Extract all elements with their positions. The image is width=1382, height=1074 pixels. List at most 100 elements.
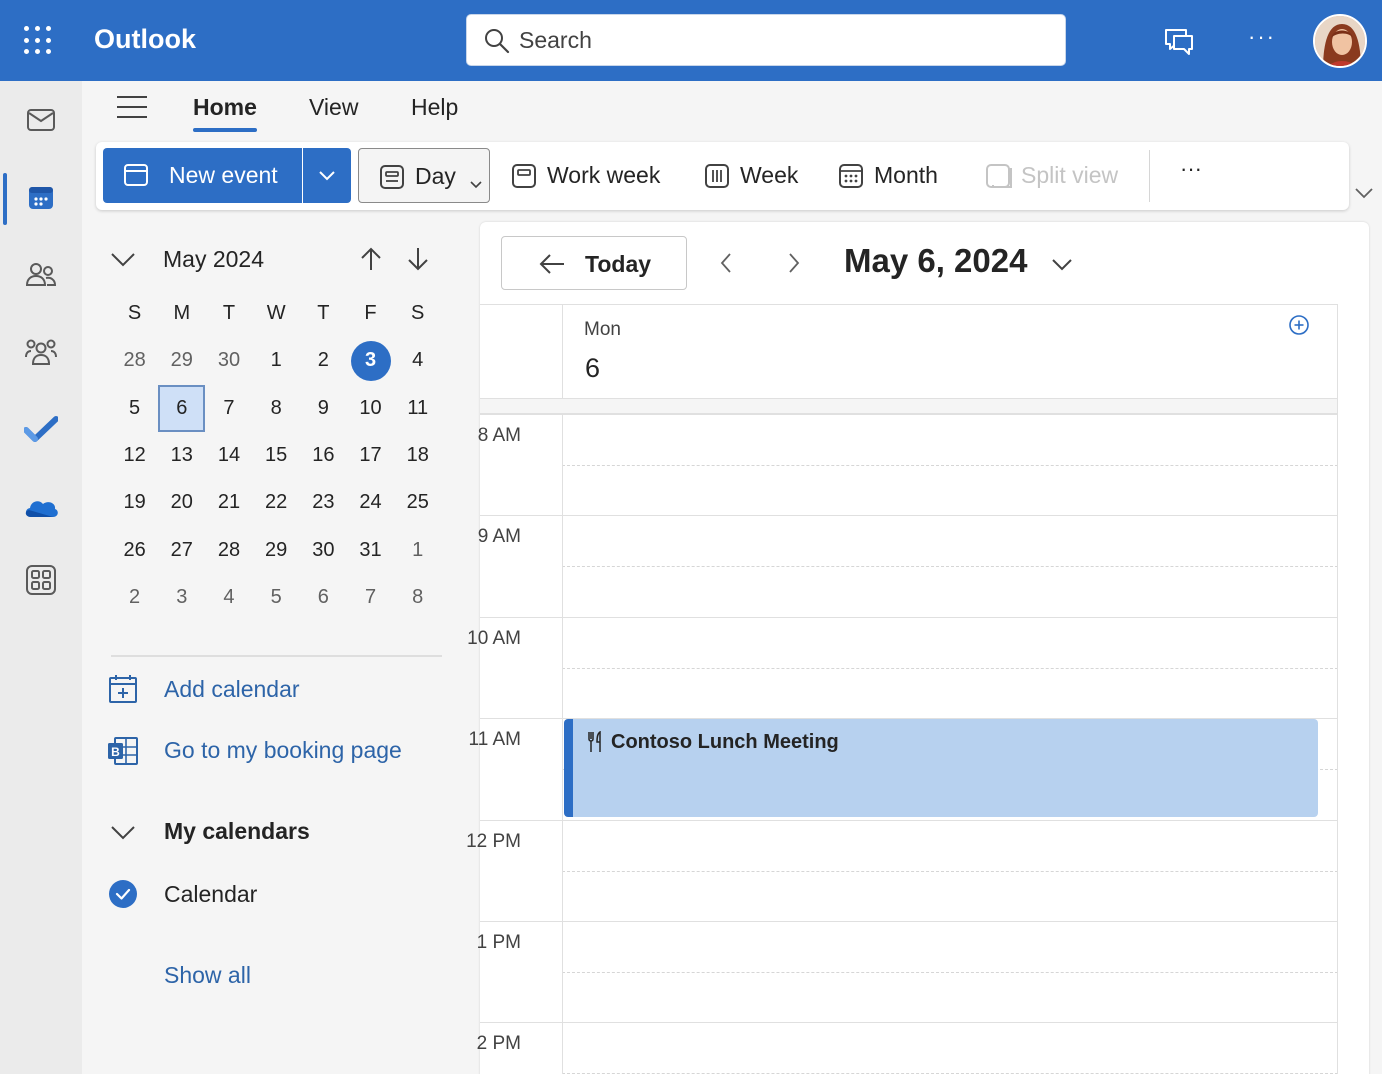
mini-calendar-day[interactable]: 28 bbox=[205, 526, 252, 573]
people-icon[interactable] bbox=[16, 249, 66, 299]
mini-calendar-day[interactable]: 31 bbox=[347, 526, 394, 573]
mini-calendar-day[interactable]: 15 bbox=[253, 432, 300, 479]
search-input[interactable] bbox=[519, 23, 1039, 57]
chevron-down-icon[interactable] bbox=[469, 169, 483, 196]
mini-calendar-today[interactable]: 3 bbox=[347, 337, 394, 384]
month-view-button[interactable]: Month bbox=[838, 148, 958, 203]
mini-calendar-day[interactable]: 4 bbox=[394, 337, 441, 384]
mini-calendar-day[interactable]: 11 bbox=[394, 385, 441, 432]
mini-calendar-day[interactable]: 7 bbox=[347, 574, 394, 621]
add-event-icon[interactable] bbox=[1288, 314, 1310, 336]
todo-icon[interactable] bbox=[16, 404, 66, 454]
app-launcher-icon[interactable] bbox=[24, 26, 54, 56]
current-date-title[interactable]: May 6, 2024 bbox=[844, 242, 1027, 280]
mini-calendar-day[interactable]: 5 bbox=[111, 385, 158, 432]
all-day-strip[interactable] bbox=[480, 398, 1338, 414]
mini-calendar-title[interactable]: May 2024 bbox=[163, 246, 264, 273]
add-calendar-label: Add calendar bbox=[164, 676, 300, 702]
hamburger-menu-icon[interactable] bbox=[117, 96, 151, 122]
mini-calendar-day[interactable]: 13 bbox=[158, 432, 205, 479]
mini-calendar-day[interactable]: 2 bbox=[300, 337, 347, 384]
mini-calendar-day[interactable]: 14 bbox=[205, 432, 252, 479]
day-number-label[interactable]: 6 bbox=[585, 353, 600, 384]
new-event-button[interactable]: New event bbox=[103, 148, 302, 203]
hour-slot[interactable]: 1 PM bbox=[477, 921, 1338, 1022]
day-view-button[interactable]: Day bbox=[358, 148, 490, 203]
mini-calendar-day[interactable]: 22 bbox=[253, 479, 300, 526]
mini-calendar-selected-day[interactable]: 6 bbox=[158, 384, 206, 432]
mini-calendar-day[interactable]: 26 bbox=[111, 526, 158, 573]
mini-calendar-day[interactable]: 3 bbox=[158, 574, 205, 621]
chevron-right-icon[interactable] bbox=[784, 250, 804, 276]
mini-calendar-day[interactable]: 6 bbox=[300, 574, 347, 621]
mini-calendar-day[interactable]: 18 bbox=[394, 432, 441, 479]
chevron-down-icon[interactable] bbox=[110, 250, 136, 268]
mini-calendar-day[interactable]: 17 bbox=[347, 432, 394, 479]
chevron-down-icon[interactable] bbox=[1050, 256, 1074, 274]
hour-slot[interactable]: 9 AM bbox=[478, 515, 1338, 616]
mini-calendar-day[interactable]: 28 bbox=[111, 337, 158, 384]
groups-icon[interactable] bbox=[16, 326, 66, 376]
show-all-link[interactable]: Show all bbox=[164, 962, 251, 989]
mini-calendar-day[interactable]: 27 bbox=[158, 526, 205, 573]
mini-calendar-day[interactable]: 24 bbox=[347, 479, 394, 526]
onedrive-icon[interactable] bbox=[16, 482, 66, 532]
checkmark-circle-icon[interactable] bbox=[109, 880, 137, 908]
calendar-icon[interactable] bbox=[16, 173, 66, 223]
mini-calendar-day[interactable]: 10 bbox=[347, 385, 394, 432]
mini-calendar-day[interactable]: 19 bbox=[111, 479, 158, 526]
tab-home[interactable]: Home bbox=[193, 94, 257, 121]
mini-calendar-day[interactable]: 21 bbox=[205, 479, 252, 526]
mini-calendar-day[interactable]: 8 bbox=[394, 574, 441, 621]
mini-calendar-day[interactable]: 1 bbox=[253, 337, 300, 384]
work-week-view-button[interactable]: Work week bbox=[511, 148, 671, 203]
split-view-button[interactable]: Split view bbox=[985, 148, 1135, 203]
feedback-icon[interactable] bbox=[1160, 22, 1198, 60]
hour-slot[interactable]: 2 PM bbox=[477, 1022, 1338, 1074]
gutter-divider bbox=[562, 414, 563, 1074]
sidebar-divider bbox=[111, 655, 442, 657]
mini-calendar-day[interactable]: 23 bbox=[300, 479, 347, 526]
mini-calendar-day[interactable]: 7 bbox=[205, 385, 252, 432]
mini-calendar-day[interactable]: 16 bbox=[300, 432, 347, 479]
hour-slot[interactable]: 12 PM bbox=[466, 820, 1338, 921]
avatar[interactable] bbox=[1313, 14, 1367, 68]
week-view-button[interactable]: Week bbox=[704, 148, 814, 203]
chevron-left-icon[interactable] bbox=[716, 250, 736, 276]
mini-calendar-day[interactable]: 9 bbox=[300, 385, 347, 432]
calendar-list-item[interactable]: Calendar bbox=[164, 881, 257, 908]
search-box[interactable] bbox=[466, 14, 1066, 66]
hour-slot[interactable]: 10 AM bbox=[467, 617, 1338, 718]
today-button[interactable]: Today bbox=[501, 236, 687, 290]
toolbar-more-button[interactable]: ··· bbox=[1176, 154, 1206, 194]
mini-calendar-day[interactable]: 4 bbox=[205, 574, 252, 621]
month-label: Month bbox=[874, 162, 938, 188]
mini-calendar-day[interactable]: 2 bbox=[111, 574, 158, 621]
arrow-down-icon[interactable] bbox=[406, 246, 430, 272]
app-title[interactable]: Outlook bbox=[94, 24, 196, 55]
tab-help[interactable]: Help bbox=[411, 94, 458, 121]
mini-calendar-day[interactable]: 1 bbox=[394, 526, 441, 573]
chevron-down-icon[interactable] bbox=[110, 823, 136, 841]
mini-calendar-day[interactable]: 25 bbox=[394, 479, 441, 526]
mini-calendar-day[interactable]: 8 bbox=[253, 385, 300, 432]
calendar-event[interactable]: Contoso Lunch Meeting bbox=[564, 719, 1318, 817]
svg-text:B: B bbox=[111, 745, 120, 759]
tab-view[interactable]: View bbox=[309, 94, 358, 121]
arrow-up-icon[interactable] bbox=[359, 246, 383, 272]
mini-calendar-day[interactable]: 12 bbox=[111, 432, 158, 479]
ribbon-expand-icon[interactable] bbox=[1352, 184, 1376, 202]
hour-slot[interactable]: 8 AM bbox=[478, 414, 1338, 515]
more-options-icon[interactable]: ··· bbox=[1242, 22, 1282, 60]
mini-calendar-day[interactable]: 30 bbox=[300, 526, 347, 573]
mini-calendar-day[interactable]: 30 bbox=[205, 337, 252, 384]
mini-calendar-day[interactable]: 29 bbox=[253, 526, 300, 573]
mini-calendar-day[interactable]: 20 bbox=[158, 479, 205, 526]
apps-icon[interactable] bbox=[16, 555, 66, 605]
my-calendars-heading[interactable]: My calendars bbox=[164, 818, 310, 845]
new-event-dropdown[interactable] bbox=[303, 148, 351, 203]
mini-calendar-day[interactable]: 29 bbox=[158, 337, 205, 384]
calendar-add-icon bbox=[123, 163, 149, 193]
mail-icon[interactable] bbox=[16, 95, 66, 145]
mini-calendar-day[interactable]: 5 bbox=[253, 574, 300, 621]
